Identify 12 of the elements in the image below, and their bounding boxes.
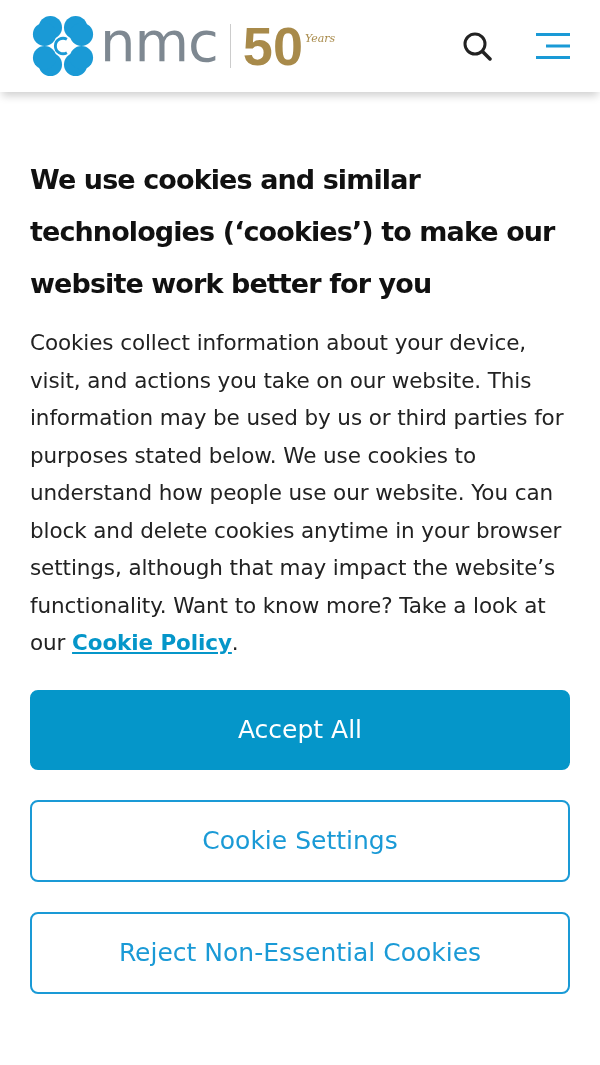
logo-flower-icon [30,13,96,79]
anniversary-script: Years [304,31,336,45]
accept-button[interactable]: Accept All [30,689,570,770]
anniversary-logo: 50 [242,19,303,73]
menu-icon[interactable] [536,32,570,60]
banner-text: Cookies collect information about your device, visit, and actions you take on our website. This information may be used by us or third parties for purposes stated below. We use cookies to understand how people use our website. You can block and delete cookies anytime in your browser settings, although that may impact the website’s functionality. Want to know more? Take a look at our Cookie Policy. [30,329,565,657]
banner-title: We use cookies and similar technologies (‘cookies’) to make our website work better for you [30,163,557,301]
cookie-policy-link[interactable]: Cookie Policy [72,630,232,655]
search-icon[interactable] [462,31,492,61]
logo-wordmark: nmc [100,14,218,70]
outline-button[interactable]: Cookie Settings [30,799,570,882]
outline-button[interactable]: Reject Non-Essential Cookies [30,911,570,994]
